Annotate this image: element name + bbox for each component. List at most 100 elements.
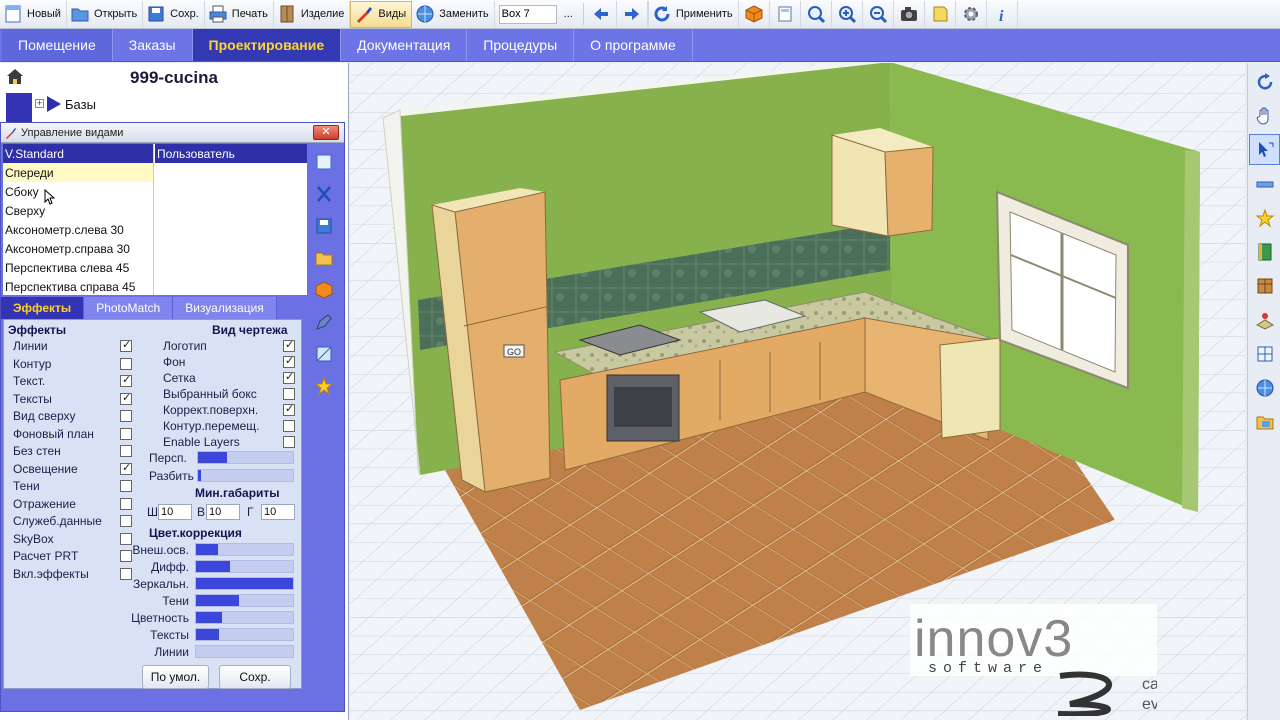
effect-checkbox[interactable] (120, 373, 132, 387)
notes-button[interactable] (925, 0, 956, 28)
color-correction-slider[interactable] (195, 543, 294, 556)
apply-button[interactable]: Применить (647, 0, 739, 28)
info-button[interactable]: i (987, 0, 1018, 28)
effect-option[interactable]: Тексты (13, 391, 133, 409)
color-correction-slider[interactable] (195, 611, 294, 624)
menu-orders[interactable]: Заказы (113, 29, 193, 61)
views-button[interactable]: Виды (350, 0, 413, 28)
drawing-option[interactable]: Enable Layers (163, 435, 301, 451)
save-settings-button[interactable]: Сохр. (219, 665, 291, 689)
menu-about[interactable]: О программе (574, 29, 693, 61)
effect-checkbox[interactable] (120, 338, 132, 352)
render-view-button[interactable] (310, 275, 338, 305)
delete-view-button[interactable] (310, 179, 338, 209)
min-width-input[interactable]: 10 (158, 504, 192, 520)
effect-checkbox[interactable] (120, 461, 132, 475)
color-correction-slider[interactable] (195, 628, 294, 641)
effect-checkbox[interactable] (120, 445, 132, 457)
zoom-in-button[interactable] (832, 0, 863, 28)
settings-button[interactable] (956, 0, 987, 28)
menu-documentation[interactable]: Документация (341, 29, 468, 61)
print-button[interactable]: Печать (205, 0, 274, 28)
color-correction-slider[interactable] (195, 577, 294, 590)
view-item[interactable]: Спереди (3, 163, 153, 182)
min-depth-input[interactable]: 10 (261, 504, 295, 520)
color-correction-slider[interactable] (195, 645, 294, 658)
effect-option[interactable]: Отражение (13, 497, 133, 514)
map-button[interactable] (1249, 304, 1280, 335)
select-move-button[interactable] (1249, 134, 1280, 165)
dialog-titlebar[interactable]: Управление видами ✕ (1, 123, 344, 143)
effect-option[interactable]: Фоновый план (13, 427, 133, 444)
3d-viewport[interactable]: GO innov3 software cad evolution (350, 63, 1245, 720)
effect-option[interactable]: Текст. (13, 373, 133, 391)
tab-visualization[interactable]: Визуализация (173, 297, 277, 319)
zoom-fit-button[interactable] (801, 0, 832, 28)
pan-hand-button[interactable] (1249, 100, 1280, 131)
house-icon[interactable] (5, 67, 25, 87)
color-correction-slider[interactable] (195, 594, 294, 607)
grid-tool-button[interactable] (1249, 338, 1280, 369)
save-view-button[interactable] (310, 211, 338, 241)
min-height-input[interactable]: 10 (206, 504, 240, 520)
effect-option[interactable]: Освещение (13, 461, 133, 479)
user-views-header[interactable]: Пользователь (155, 144, 307, 163)
expand-plus-icon[interactable]: + (35, 99, 44, 108)
color-correction-slider[interactable] (195, 560, 294, 573)
effect-checkbox[interactable] (120, 515, 132, 527)
camera-button[interactable] (894, 0, 925, 28)
export-image-button[interactable] (1249, 406, 1280, 437)
effect-checkbox[interactable] (120, 480, 132, 492)
light-button[interactable] (310, 371, 338, 401)
dialog-close-button[interactable]: ✕ (313, 125, 339, 140)
drawing-checkbox[interactable] (283, 388, 295, 400)
tab-photomatch[interactable]: PhotoMatch (84, 297, 174, 319)
new-button[interactable]: Новый (0, 0, 67, 28)
pen-tool-button[interactable] (310, 307, 338, 337)
drawing-option[interactable]: Коррект.поверхн. (163, 402, 301, 419)
split-slider[interactable] (197, 469, 294, 482)
materials-button[interactable] (1249, 236, 1280, 267)
effect-checkbox[interactable] (120, 391, 132, 405)
new-view-button[interactable] (310, 147, 338, 177)
drawing-option[interactable]: Сетка (163, 370, 301, 387)
drawing-checkbox[interactable] (283, 370, 295, 384)
next-button[interactable] (617, 0, 648, 28)
measure-tool-button[interactable] (1249, 168, 1280, 199)
menu-procedures[interactable]: Процедуры (467, 29, 575, 61)
zoom-out-button[interactable] (863, 0, 894, 28)
menu-design[interactable]: Проектирование (192, 29, 342, 61)
page-layout-button[interactable] (770, 0, 801, 28)
effect-option[interactable]: Тени (13, 479, 133, 496)
previous-button[interactable] (586, 0, 617, 28)
drawing-checkbox[interactable] (283, 420, 295, 432)
effect-checkbox[interactable] (120, 410, 132, 422)
view-item[interactable]: Сверху (3, 201, 153, 220)
drawing-option[interactable]: Выбранный бокс (163, 387, 301, 403)
effect-checkbox[interactable] (120, 357, 132, 370)
catalog-button[interactable] (1249, 270, 1280, 301)
tab-effects[interactable]: Эффекты (1, 297, 85, 319)
persp-slider[interactable] (197, 451, 294, 464)
drawing-option[interactable]: Контур.перемещ. (163, 419, 301, 435)
effect-option[interactable]: Служеб.данные (13, 514, 133, 531)
open-button[interactable]: Открыть (67, 0, 144, 28)
menu-room[interactable]: Помещение (2, 29, 113, 61)
effect-checkbox[interactable] (120, 427, 132, 440)
effect-option[interactable]: Линии (13, 338, 133, 356)
effect-option[interactable]: Вид сверху (13, 409, 133, 426)
rotate-view-button[interactable] (1249, 66, 1280, 97)
view-item[interactable]: Сбоку (3, 182, 153, 201)
box-input[interactable] (498, 4, 557, 24)
light-tool-button[interactable] (1249, 202, 1280, 233)
replace-button[interactable]: Заменить (412, 0, 495, 28)
item-button[interactable]: Изделие (274, 0, 351, 28)
drawing-checkbox[interactable] (283, 402, 295, 416)
open-view-button[interactable] (310, 243, 338, 273)
drawing-option[interactable]: Фон (163, 354, 301, 371)
default-button[interactable]: По умол. (142, 665, 209, 689)
standard-views-header[interactable]: V.Standard (3, 144, 153, 163)
measure-button[interactable] (310, 339, 338, 369)
globe-button[interactable] (1249, 372, 1280, 403)
save-button[interactable]: Сохр. (143, 0, 205, 28)
